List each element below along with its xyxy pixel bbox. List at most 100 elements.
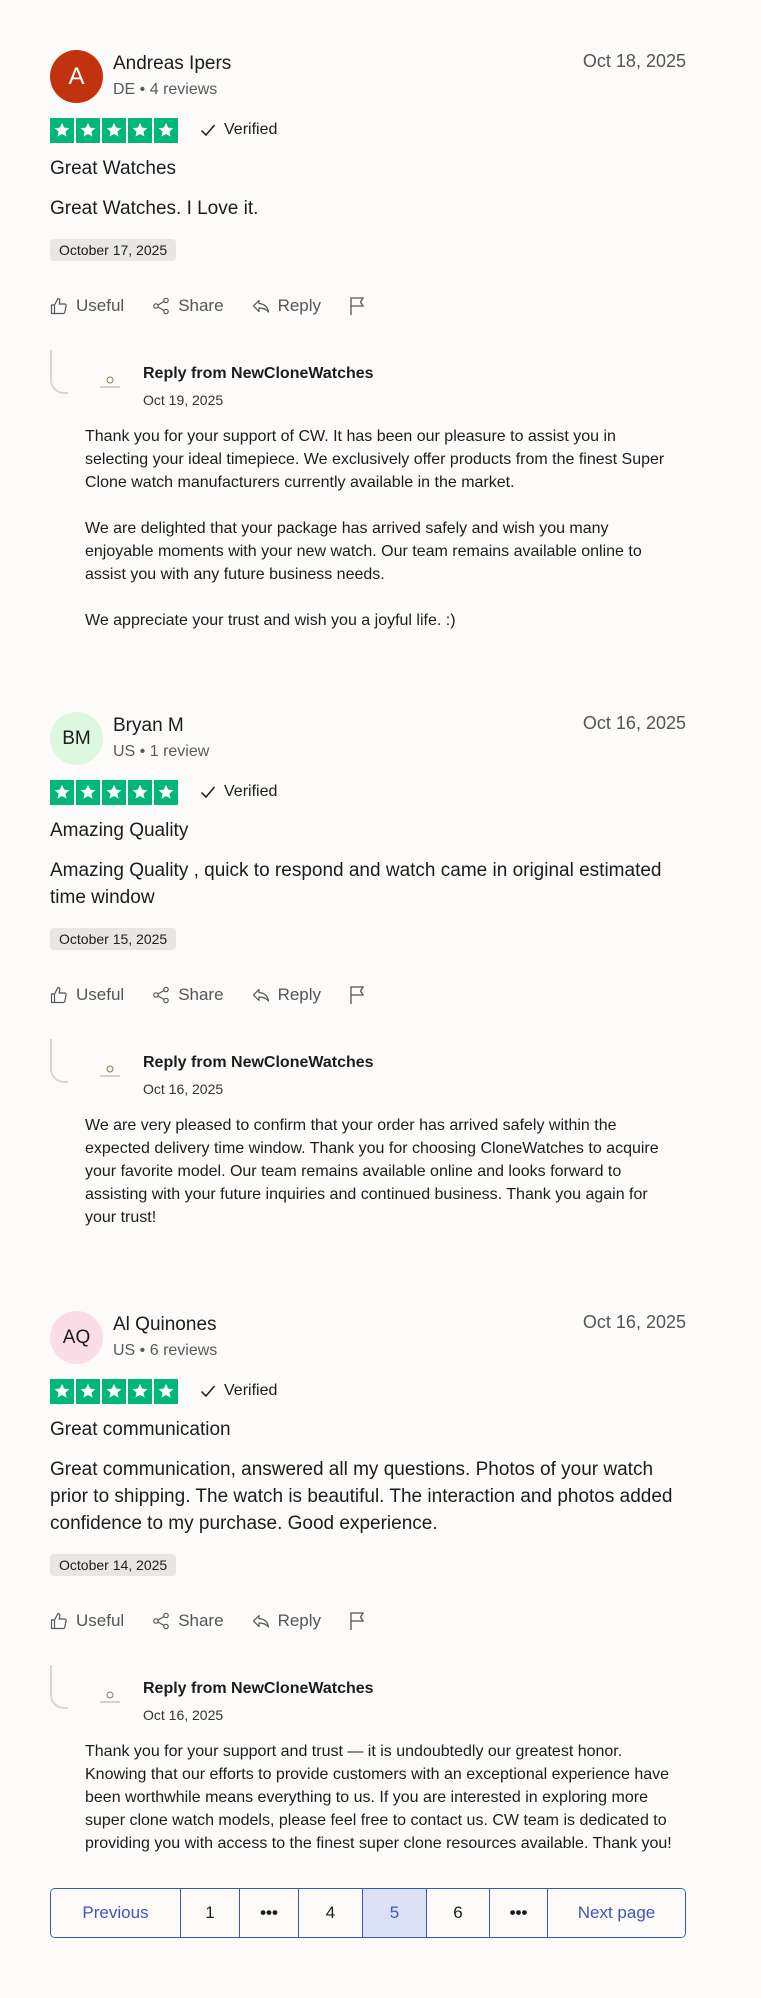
reply-icon xyxy=(252,1614,269,1628)
share-label: Share xyxy=(178,985,224,1004)
next-page-button[interactable]: Next page xyxy=(548,1889,685,1937)
review-title[interactable]: Great Watches xyxy=(50,158,686,180)
star-icon xyxy=(76,1378,100,1404)
review-actions: Useful Share Reply xyxy=(50,984,686,1006)
star-icon xyxy=(154,1378,178,1404)
reply-label: Reply xyxy=(277,296,322,315)
page-5-button[interactable]: 5 xyxy=(363,1889,427,1937)
reviewer-name[interactable]: Andreas Ipers xyxy=(113,53,231,75)
verified-label: Verified xyxy=(224,783,278,800)
star-rating xyxy=(50,117,178,143)
page-6-button[interactable]: 6 xyxy=(427,1889,490,1937)
share-label: Share xyxy=(178,1611,224,1630)
review-body: Great communication, answered all my que… xyxy=(50,1459,673,1534)
review-date: Oct 18, 2025 xyxy=(582,51,686,71)
reviewer-name[interactable]: Al Quinones xyxy=(113,1314,217,1336)
reply-author: Reply from NewCloneWatches xyxy=(143,1054,374,1071)
review-header: AQ Al Quinones US • 6 reviews Oct 16, 20… xyxy=(50,1311,686,1367)
reply-author: Reply from NewCloneWatches xyxy=(143,1680,374,1697)
flag-icon xyxy=(350,297,365,315)
star-icon xyxy=(102,1378,126,1404)
reply-connector xyxy=(50,1039,68,1083)
star-icon xyxy=(154,779,178,805)
flag-button[interactable] xyxy=(349,296,367,316)
reply-author: Reply from NewCloneWatches xyxy=(143,365,374,382)
page-1-button[interactable]: 1 xyxy=(181,1889,240,1937)
review-date: Oct 16, 2025 xyxy=(582,1312,686,1332)
star-rating xyxy=(50,1378,178,1404)
experience-date: October 14, 2025 xyxy=(50,1554,177,1576)
review-title[interactable]: Great communication xyxy=(50,1419,686,1441)
share-button[interactable]: Share xyxy=(152,1611,224,1631)
verified-badge[interactable]: Verified xyxy=(200,783,277,801)
company-reply: Reply from NewCloneWatches Oct 16, 2025 … xyxy=(50,1039,686,1229)
star-icon xyxy=(128,779,152,805)
reply-label: Reply xyxy=(277,1611,322,1630)
reviewer-meta: US • 6 reviews xyxy=(113,1342,218,1359)
previous-page-button[interactable]: Previous xyxy=(51,1889,181,1937)
reviewer-meta: US • 1 review xyxy=(113,743,210,760)
star-icon xyxy=(102,117,126,143)
thumbs-up-icon xyxy=(50,297,67,315)
review-actions: Useful Share Reply xyxy=(50,295,686,317)
useful-button[interactable]: Useful xyxy=(50,985,124,1005)
star-icon xyxy=(102,779,126,805)
star-icon xyxy=(76,117,100,143)
share-icon xyxy=(153,297,169,315)
star-icon xyxy=(50,1378,74,1404)
pagination: Previous 1 ••• 4 5 6 ••• Next page xyxy=(50,1888,686,1938)
star-icon xyxy=(50,779,74,805)
star-rating xyxy=(50,779,178,805)
reply-icon xyxy=(252,988,269,1002)
reply-button[interactable]: Reply xyxy=(252,296,321,316)
flag-button[interactable] xyxy=(349,1611,367,1631)
reviewer-name[interactable]: Bryan M xyxy=(113,715,184,737)
review-body: Amazing Quality , quick to respond and w… xyxy=(50,860,662,908)
share-button[interactable]: Share xyxy=(152,296,224,316)
flag-button[interactable] xyxy=(349,985,367,1005)
thumbs-up-icon xyxy=(50,1612,67,1630)
reply-button[interactable]: Reply xyxy=(252,985,321,1005)
reply-connector xyxy=(50,1665,68,1709)
company-reply: Reply from NewCloneWatches Oct 16, 2025 … xyxy=(50,1665,686,1855)
avatar[interactable]: A xyxy=(50,50,103,103)
review-title[interactable]: Amazing Quality xyxy=(50,820,686,842)
share-button[interactable]: Share xyxy=(152,985,224,1005)
experience-date: October 17, 2025 xyxy=(50,239,177,261)
verified-badge[interactable]: Verified xyxy=(200,1382,277,1400)
review-card: A Andreas Ipers DE • 4 reviews Oct 18, 2… xyxy=(50,50,686,632)
reply-date: Oct 16, 2025 xyxy=(143,1707,224,1723)
useful-label: Useful xyxy=(76,1611,125,1630)
flag-icon xyxy=(350,986,365,1004)
star-icon xyxy=(76,779,100,805)
verified-label: Verified xyxy=(224,121,278,138)
review-card: BM Bryan M US • 1 review Oct 16, 2025 Ve… xyxy=(50,712,686,1229)
review-date: Oct 16, 2025 xyxy=(582,713,686,733)
page-ellipsis[interactable]: ••• xyxy=(240,1889,299,1937)
thumbs-up-icon xyxy=(50,986,67,1004)
page-ellipsis[interactable]: ••• xyxy=(490,1889,548,1937)
reply-connector xyxy=(50,350,68,394)
check-icon xyxy=(200,124,216,137)
company-logo xyxy=(96,372,124,392)
page-4-button[interactable]: 4 xyxy=(299,1889,363,1937)
useful-button[interactable]: Useful xyxy=(50,1611,124,1631)
star-icon xyxy=(128,117,152,143)
verified-label: Verified xyxy=(224,1382,278,1399)
company-logo xyxy=(96,1687,124,1707)
check-icon xyxy=(200,1385,216,1398)
reply-button[interactable]: Reply xyxy=(252,1611,321,1631)
review-header: A Andreas Ipers DE • 4 reviews Oct 18, 2… xyxy=(50,50,686,106)
reply-date: Oct 19, 2025 xyxy=(143,392,224,408)
experience-date: October 15, 2025 xyxy=(50,928,177,950)
useful-button[interactable]: Useful xyxy=(50,296,124,316)
company-reply: Reply from NewCloneWatches Oct 19, 2025 … xyxy=(50,350,686,632)
verified-badge[interactable]: Verified xyxy=(200,121,277,139)
avatar[interactable]: BM xyxy=(50,712,103,765)
useful-label: Useful xyxy=(76,985,125,1004)
review-card: AQ Al Quinones US • 6 reviews Oct 16, 20… xyxy=(50,1311,686,1855)
reply-icon xyxy=(252,299,269,313)
avatar[interactable]: AQ xyxy=(50,1311,103,1364)
share-icon xyxy=(153,986,169,1004)
share-icon xyxy=(153,1612,169,1630)
